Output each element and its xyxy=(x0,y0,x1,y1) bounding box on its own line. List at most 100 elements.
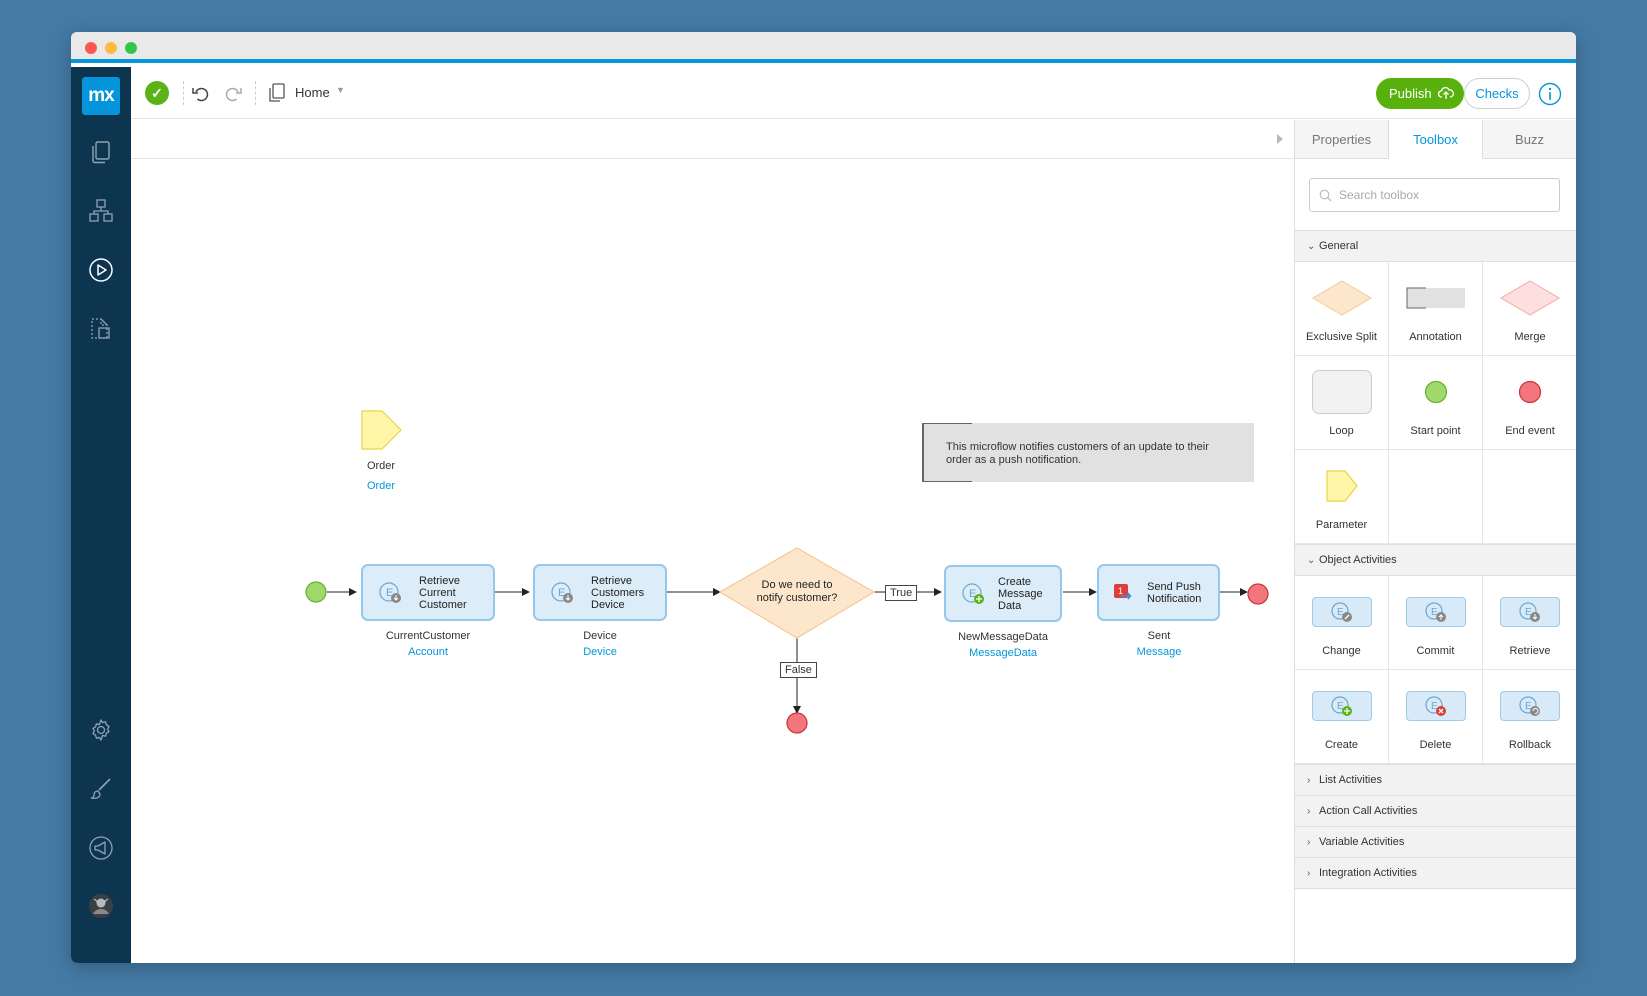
svg-text:1: 1 xyxy=(1118,586,1123,596)
activity-retrieve-customers-device[interactable]: E Retrieve Customers Device xyxy=(533,564,667,621)
retrieve-object-icon: E xyxy=(1483,592,1576,632)
chevron-down-icon: ⌄ xyxy=(1307,241,1316,252)
expand-arrow-icon[interactable] xyxy=(1277,134,1283,144)
check-icon[interactable]: ✓ xyxy=(145,81,169,105)
activity-create-message-data[interactable]: E Create Message Data xyxy=(944,565,1062,622)
publish-label: Publish xyxy=(1389,86,1432,101)
tab-buzz[interactable]: Buzz xyxy=(1483,120,1576,158)
output-variable-name: NewMessageData xyxy=(958,631,1048,643)
section-object-activities[interactable]: ⌄ Object Activities xyxy=(1295,545,1576,576)
cloud-upload-icon xyxy=(1438,86,1454,99)
editor-subbar xyxy=(131,120,1293,159)
merge-icon xyxy=(1483,278,1576,318)
chevron-right-icon: › xyxy=(1307,868,1311,879)
pages-icon[interactable] xyxy=(87,138,115,166)
tab-properties[interactable]: Properties xyxy=(1295,120,1389,158)
play-icon[interactable] xyxy=(87,256,115,284)
false-flow-label[interactable]: False xyxy=(780,662,817,678)
megaphone-icon[interactable] xyxy=(87,834,115,862)
activity-send-push-notification[interactable]: 1 Send Push Notification xyxy=(1097,564,1220,621)
toolbox-item-end-event[interactable]: End event xyxy=(1483,356,1576,450)
documents-icon[interactable] xyxy=(87,314,115,342)
settings-icon[interactable] xyxy=(87,716,115,744)
toolbox-item-delete[interactable]: E Delete xyxy=(1389,670,1483,764)
empty-cell xyxy=(1483,450,1576,544)
activity-retrieve-current-customer[interactable]: E Retrieve Current Customer xyxy=(361,564,495,621)
general-grid: Exclusive Split Annotation Merge Loop St… xyxy=(1295,262,1576,545)
output-variable-name: Device xyxy=(583,630,617,642)
publish-button[interactable]: Publish xyxy=(1376,78,1464,109)
annotation-icon xyxy=(1389,278,1482,318)
start-event[interactable] xyxy=(305,581,327,603)
info-icon[interactable] xyxy=(1538,82,1562,106)
loop-icon xyxy=(1295,370,1388,414)
parameter-shape[interactable] xyxy=(361,410,402,450)
tab-toolbox[interactable]: Toolbox xyxy=(1389,120,1483,159)
output-variable-name: CurrentCustomer xyxy=(385,630,471,642)
toolbox-item-merge[interactable]: Merge xyxy=(1483,262,1576,356)
push-notification-icon: 1 xyxy=(1114,583,1132,599)
object-activities-grid: E Change E Commit E Retrieve E Create E … xyxy=(1295,576,1576,765)
undo-icon[interactable] xyxy=(189,81,213,105)
toolbar-divider xyxy=(255,81,256,105)
activity-label: Create Message Data xyxy=(998,575,1043,612)
parameter-icon xyxy=(1295,466,1388,506)
avatar[interactable] xyxy=(87,892,115,920)
toolbox-item-annotation[interactable]: Annotation xyxy=(1389,262,1483,356)
right-panel: Properties Toolbox Buzz ⌄General Exclusi… xyxy=(1294,120,1576,963)
delete-object-icon: E xyxy=(1389,686,1482,726)
microflow-canvas[interactable]: Order Order This microflow notifies cust… xyxy=(131,160,1293,963)
empty-cell xyxy=(1389,450,1483,544)
end-event[interactable] xyxy=(786,712,808,734)
chevron-down-icon[interactable]: ▼ xyxy=(336,85,345,95)
chevron-right-icon: › xyxy=(1307,837,1311,848)
retrieve-object-icon: E xyxy=(551,581,573,603)
output-variable-type[interactable]: Device xyxy=(525,646,675,658)
toolbar-divider xyxy=(183,81,184,105)
chevron-right-icon: › xyxy=(1307,775,1311,786)
toolbox-item-commit[interactable]: E Commit xyxy=(1389,576,1483,670)
change-object-icon: E xyxy=(1295,592,1388,632)
retrieve-object-icon: E xyxy=(379,581,401,603)
end-event[interactable] xyxy=(1247,583,1269,605)
section-general[interactable]: ⌄ General xyxy=(1295,231,1576,262)
section-list-activities[interactable]: › List Activities xyxy=(1295,765,1576,796)
document-icon xyxy=(265,81,289,105)
maximize-window-button[interactable] xyxy=(125,42,137,54)
toolbar: ✓ Home ▼ Publish Checks xyxy=(131,67,1576,119)
checks-button[interactable]: Checks xyxy=(1464,78,1530,109)
toolbox-item-change[interactable]: E Change xyxy=(1295,576,1389,670)
toolbox-item-start-point[interactable]: Start point xyxy=(1389,356,1483,450)
toolbox-item-loop[interactable]: Loop xyxy=(1295,356,1389,450)
minimize-window-button[interactable] xyxy=(105,42,117,54)
parameter-type[interactable]: Order xyxy=(351,480,411,492)
toolbox-item-retrieve[interactable]: E Retrieve xyxy=(1483,576,1576,670)
annotation[interactable]: This microflow notifies customers of an … xyxy=(922,423,1254,482)
start-point-icon xyxy=(1389,372,1482,412)
flow-lines xyxy=(305,410,1269,734)
output-variable-type[interactable]: Account xyxy=(353,646,503,658)
toolbox-item-create[interactable]: E Create xyxy=(1295,670,1389,764)
redo-icon[interactable] xyxy=(221,81,245,105)
exclusive-split-icon xyxy=(1295,278,1388,318)
domain-model-icon[interactable] xyxy=(87,197,115,225)
title-bar xyxy=(71,32,1576,63)
toolbox-item-rollback[interactable]: E Rollback xyxy=(1483,670,1576,764)
chevron-right-icon: › xyxy=(1307,806,1311,817)
breadcrumb[interactable]: Home xyxy=(295,85,330,100)
parameter-name: Order xyxy=(366,460,396,472)
toolbox-item-parameter[interactable]: Parameter xyxy=(1295,450,1389,544)
toolbox-item-exclusive-split[interactable]: Exclusive Split xyxy=(1295,262,1389,356)
section-action-call-activities[interactable]: › Action Call Activities xyxy=(1295,796,1576,827)
output-variable-type[interactable]: MessageData xyxy=(928,647,1078,659)
section-integration-activities[interactable]: › Integration Activities xyxy=(1295,858,1576,889)
search-input[interactable] xyxy=(1309,178,1560,212)
rollback-object-icon: E xyxy=(1483,686,1576,726)
output-variable-type[interactable]: Message xyxy=(1084,646,1234,658)
section-variable-activities[interactable]: › Variable Activities xyxy=(1295,827,1576,858)
mx-logo[interactable]: mx xyxy=(82,77,120,115)
activity-label: Send Push Notification xyxy=(1147,580,1202,605)
true-flow-label[interactable]: True xyxy=(885,585,918,601)
close-window-button[interactable] xyxy=(85,42,97,54)
brush-icon[interactable] xyxy=(87,775,115,803)
